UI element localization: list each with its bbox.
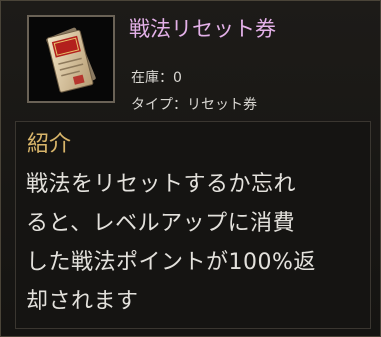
type-row: タイプ：リセット券 [131, 94, 257, 114]
description-line: 却されます [26, 289, 139, 314]
type-value: リセット券 [187, 97, 257, 113]
description-panel: 紹介 戦法をリセットするか忘れ ると、レベルアップに消費 した戦法ポイントが10… [15, 121, 371, 329]
item-tooltip: 戦法リセット券 在庫：0 タイプ：リセット券 紹介 戦法をリセットするか忘れ る… [0, 0, 381, 337]
description-line: した戦法ポイントが100%返 [26, 250, 316, 275]
type-separator: ： [173, 97, 187, 113]
item-name: 戦法リセット券 [129, 17, 276, 41]
stock-label: 在庫 [131, 70, 159, 86]
item-icon-frame[interactable] [27, 15, 115, 103]
description-line: 戦法をリセットするか忘れ [26, 172, 297, 197]
stock-value: 0 [173, 70, 182, 86]
description-line: ると、レベルアップに消費 [26, 211, 296, 236]
type-label: タイプ [131, 97, 173, 113]
stock-row: 在庫：0 [131, 67, 182, 87]
reset-ticket-icon [46, 27, 96, 93]
stock-separator: ： [159, 70, 173, 86]
description-heading: 紹介 [27, 132, 72, 157]
